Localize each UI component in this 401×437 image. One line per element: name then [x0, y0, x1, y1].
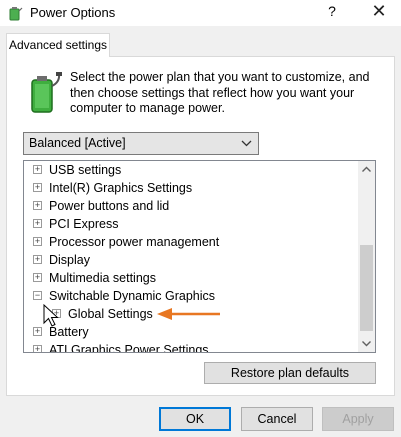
power-options-icon	[9, 7, 23, 21]
help-button[interactable]: ?	[322, 3, 342, 19]
expand-icon[interactable]: +	[33, 201, 42, 210]
description-text: Select the power plan that you want to c…	[70, 70, 370, 115]
tree-item-label: Switchable Dynamic Graphics	[49, 289, 216, 303]
window-title: Power Options	[30, 5, 116, 20]
vertical-scrollbar[interactable]	[358, 161, 375, 352]
tree-item-label: USB settings	[49, 163, 122, 177]
expand-icon[interactable]: +	[33, 345, 42, 352]
tree-item-label: Display	[49, 253, 90, 267]
expand-icon[interactable]: +	[33, 273, 42, 282]
expand-icon[interactable]: +	[33, 219, 42, 228]
expand-icon[interactable]: +	[33, 165, 42, 174]
close-button[interactable]: ✕	[365, 1, 393, 22]
power-plan-select[interactable]: Balanced [Active]	[23, 132, 259, 155]
apply-button[interactable]: Apply	[322, 407, 394, 431]
ok-button[interactable]: OK	[159, 407, 231, 431]
tree-item-label: Global Settings	[68, 307, 153, 321]
battery-plug-icon	[31, 72, 62, 113]
settings-tree[interactable]: + USB settings + Intel(R) Graphics Setti…	[23, 160, 376, 353]
scroll-down-icon[interactable]	[358, 335, 375, 352]
tree-item-label: Multimedia settings	[49, 271, 156, 285]
tree-item-label: Power buttons and lid	[49, 199, 170, 213]
restore-plan-defaults-button[interactable]: Restore plan defaults	[204, 362, 376, 384]
expand-icon[interactable]: +	[33, 183, 42, 192]
expand-icon[interactable]: +	[33, 255, 42, 264]
mouse-pointer-icon	[43, 304, 59, 327]
scroll-up-icon[interactable]	[358, 161, 375, 178]
annotation-arrow-icon	[157, 308, 220, 320]
expand-icon[interactable]: +	[33, 237, 42, 246]
tree-item-label: Processor power management	[49, 235, 220, 249]
title-bar: Power Options ? ✕	[0, 0, 401, 26]
tab-advanced-settings[interactable]: Advanced settings	[6, 33, 110, 57]
tree-item-label: Intel(R) Graphics Settings	[49, 181, 193, 195]
scroll-thumb[interactable]	[360, 245, 373, 331]
power-plan-value: Balanced [Active]	[29, 136, 126, 150]
tree-item-label: ATI Graphics Power Settings	[49, 343, 209, 353]
cancel-button[interactable]: Cancel	[241, 407, 313, 431]
collapse-icon[interactable]: −	[33, 291, 42, 300]
chevron-down-icon	[241, 133, 252, 162]
tree-item-label: PCI Express	[49, 217, 119, 231]
expand-icon[interactable]: +	[33, 327, 42, 336]
